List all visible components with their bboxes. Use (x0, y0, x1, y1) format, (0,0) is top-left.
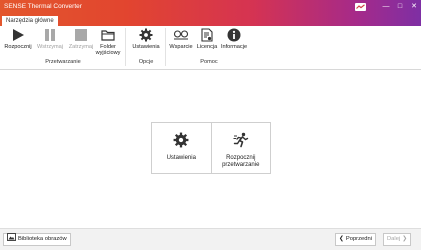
next-label: Dalej (387, 236, 401, 242)
info-button[interactable]: Informacje (219, 28, 249, 50)
ribbon: Rozpocznij Wstrzymaj Zatrzymaj Folder wy… (0, 26, 421, 70)
previous-button[interactable]: ❮ Poprzedni (335, 233, 376, 246)
info-label: Informacje (220, 44, 248, 50)
license-button[interactable]: Licencja (195, 28, 219, 50)
previous-label: Poprzedni (345, 236, 372, 242)
license-label: Licencja (196, 44, 218, 50)
folder-icon (94, 28, 122, 42)
stop-button[interactable]: Zatrzymaj (66, 28, 96, 50)
stop-label: Zatrzymaj (68, 44, 94, 50)
pause-icon (35, 28, 65, 42)
gallery-icon (7, 233, 16, 246)
start-processing-tile[interactable]: Rozpocznij przetwarzanie (212, 123, 271, 173)
image-library-button[interactable]: Biblioteka obrazów (3, 233, 71, 246)
ribbon-separator (165, 28, 166, 66)
pause-label: Wstrzymaj (36, 44, 64, 50)
group-processing-label: Przetwarzanie (45, 59, 81, 65)
license-icon (195, 28, 219, 42)
minimize-button[interactable]: — (379, 0, 393, 14)
output-folder-label: Folder wyjściowy (95, 44, 121, 56)
group-options-label: Opcje (138, 59, 154, 65)
gear-icon (129, 28, 163, 42)
sense-logo (355, 3, 366, 11)
start-button[interactable]: Rozpocznij (3, 28, 33, 50)
support-icon (168, 28, 194, 42)
start-label: Rozpocznij (4, 44, 32, 50)
chevron-right-icon: ❯ (402, 236, 408, 242)
tab-main[interactable]: Narzędzia główne (2, 16, 58, 26)
support-label: Wsparcie (169, 44, 193, 50)
title-bar: SENSE Thermal Converter — □ ✕ (0, 0, 421, 14)
chevron-left-icon: ❮ (339, 236, 344, 242)
support-button[interactable]: Wsparcie (168, 28, 194, 50)
main-area: Ustawienia Rozpocznij przetwarzanie (0, 71, 421, 227)
run-icon (233, 132, 249, 148)
app-title: SENSE Thermal Converter (4, 3, 82, 10)
settings-button[interactable]: Ustawienia (129, 28, 163, 50)
quick-actions: Ustawienia Rozpocznij przetwarzanie (151, 122, 271, 174)
output-folder-button[interactable]: Folder wyjściowy (94, 28, 122, 56)
settings-label: Ustawienia (132, 44, 160, 50)
ribbon-separator (125, 28, 126, 66)
start-processing-tile-label: Rozpocznij przetwarzanie (222, 155, 260, 168)
gear-icon (173, 132, 189, 148)
close-button[interactable]: ✕ (407, 0, 421, 14)
status-bar: Biblioteka obrazów ❮ Poprzedni Dalej ❯ (0, 228, 421, 250)
pause-button[interactable]: Wstrzymaj (35, 28, 65, 50)
next-button[interactable]: Dalej ❯ (383, 233, 412, 246)
ribbon-tabs: Narzędzia główne (0, 14, 421, 26)
info-icon (219, 28, 249, 42)
image-library-label: Biblioteka obrazów (18, 236, 67, 242)
maximize-button[interactable]: □ (393, 0, 407, 14)
play-icon (3, 28, 33, 42)
settings-tile-label: Ustawienia (166, 155, 196, 161)
group-help-label: Pomoc (200, 59, 218, 65)
stop-icon (66, 28, 96, 42)
settings-tile[interactable]: Ustawienia (152, 123, 212, 173)
